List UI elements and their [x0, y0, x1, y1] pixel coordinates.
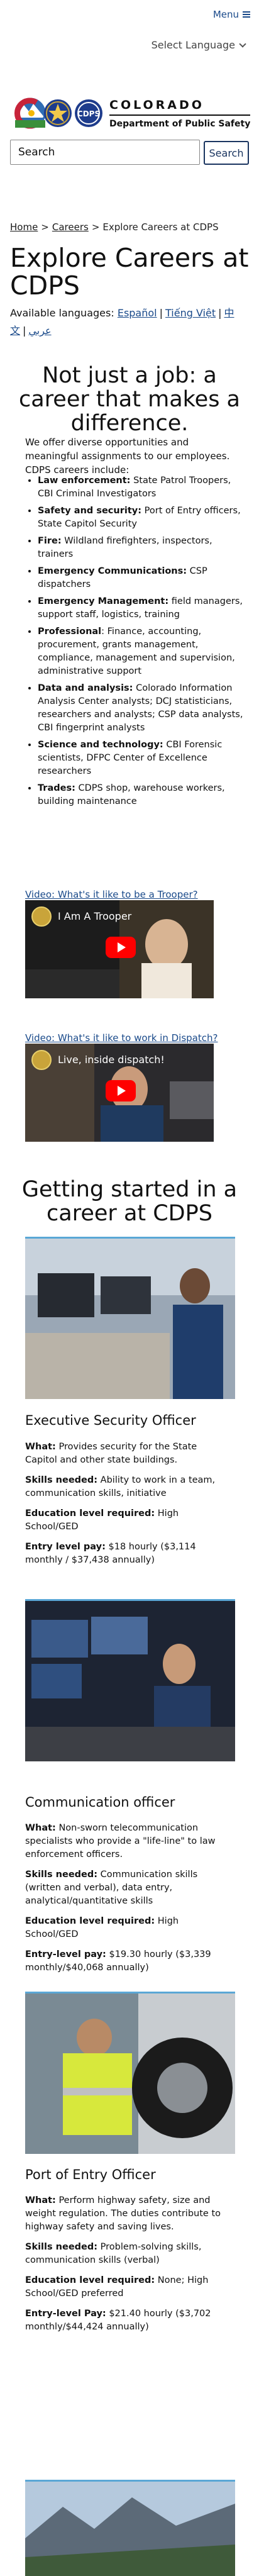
breadcrumb-careers[interactable]: Careers: [52, 221, 89, 233]
lang-link-arabic[interactable]: عربي: [28, 325, 51, 337]
job-photo: [25, 1239, 235, 1399]
video-embed-trooper[interactable]: I Am A Trooper: [25, 900, 214, 998]
logo-text: COLORADO Department of Public Safety: [109, 98, 251, 129]
intro-heading: Not just a job: a career that makes a di…: [19, 363, 240, 436]
svg-text:CDPS: CDPS: [77, 109, 100, 118]
job-title-communication-officer: Communication officer: [25, 1795, 175, 1810]
list-item: Science and technology: CBI Forensic sci…: [38, 739, 244, 778]
list-item: Professional: Finance, accounting, procu…: [38, 625, 244, 678]
language-select-label: Select Language: [151, 39, 235, 51]
job-details-port-of-entry-officer: What: Perform highway safety, size and w…: [25, 2195, 221, 2332]
available-languages-label: Available languages:: [10, 307, 114, 319]
cdps-logo[interactable]: CDPS COLORADO Department of Public Safet…: [11, 91, 251, 135]
job-details-communication-officer: What: Non-sworn telecommunication specia…: [25, 1823, 216, 1973]
top-bar: Menu: [0, 0, 259, 23]
list-item: Fire: Wildland firefighters, inspectors,…: [38, 535, 244, 561]
search-button[interactable]: Search: [204, 141, 249, 165]
video-link-dispatch[interactable]: Video: What's it like to work in Dispatc…: [25, 1032, 218, 1044]
search-bar: Search: [10, 140, 249, 166]
play-icon[interactable]: [106, 937, 136, 958]
video-link-trooper[interactable]: Video: What's it like to be a Trooper?: [25, 889, 198, 900]
job-photo-port-of-entry-officer: [25, 1992, 235, 2154]
list-item: Trades: CDPS shop, warehouse workers, bu…: [38, 782, 244, 808]
colorado-logo-icon: CDPS: [14, 98, 102, 129]
list-item: Emergency Communications: CSP dispatcher…: [38, 565, 244, 591]
job-title-security-officer: Executive Security Officer: [25, 1413, 196, 1428]
lang-link-spanish[interactable]: Español: [118, 307, 157, 319]
hamburger-icon: [243, 11, 250, 18]
breadcrumb-current: Explore Careers at CDPS: [102, 221, 219, 233]
job-photo-communication-officer: [25, 1599, 235, 1761]
video-title: I Am A Trooper: [58, 910, 132, 922]
video-title: Live, inside dispatch!: [58, 1054, 165, 1066]
lang-link-vietnamese[interactable]: Tiếng Việt: [165, 307, 216, 319]
page-title: Explore Careers at CDPS: [10, 243, 249, 301]
career-types-list: Law enforcement: State Patrol Troopers, …: [38, 474, 244, 812]
menu-label: Menu: [212, 9, 239, 20]
available-languages: Available languages: Español | Tiếng Việt |…: [10, 307, 234, 337]
list-item: Safety and security: Port of Entry offic…: [38, 505, 244, 531]
language-select[interactable]: Select Language: [151, 39, 246, 51]
breadcrumb-home[interactable]: Home: [10, 221, 38, 233]
list-item: Law enforcement: State Patrol Troopers, …: [38, 474, 244, 501]
intro-text: We offer diverse opportunities and meani…: [25, 437, 230, 476]
channel-avatar-icon: [31, 906, 52, 927]
getting-started-heading: Getting started in a career at CDPS: [21, 1177, 238, 1226]
logo-line-1: COLORADO: [109, 98, 251, 116]
logo-line-2: Department of Public Safety: [109, 118, 251, 129]
job-title-port-of-entry-officer: Port of Entry Officer: [25, 2167, 156, 2182]
job-photo: [25, 1993, 235, 2154]
chevron-down-icon: [239, 40, 246, 48]
play-icon[interactable]: [106, 1080, 136, 1101]
job-details-security-officer: What: Provides security for the State Ca…: [25, 1442, 216, 1565]
search-input[interactable]: [10, 140, 200, 165]
job-photo: [25, 1601, 235, 1761]
list-item: Emergency Management: field managers, su…: [38, 595, 244, 622]
job-photo-security-officer: [25, 1237, 235, 1399]
breadcrumb: Home > Careers > Explore Careers at CDPS: [10, 221, 219, 233]
job-photo-next: [25, 2480, 235, 2576]
channel-avatar-icon: [31, 1050, 52, 1070]
video-embed-dispatch[interactable]: Live, inside dispatch!: [25, 1044, 214, 1142]
menu-button[interactable]: Menu: [213, 9, 250, 20]
list-item: Data and analysis: Colorado Information …: [38, 682, 244, 735]
job-photo: [25, 2482, 235, 2576]
